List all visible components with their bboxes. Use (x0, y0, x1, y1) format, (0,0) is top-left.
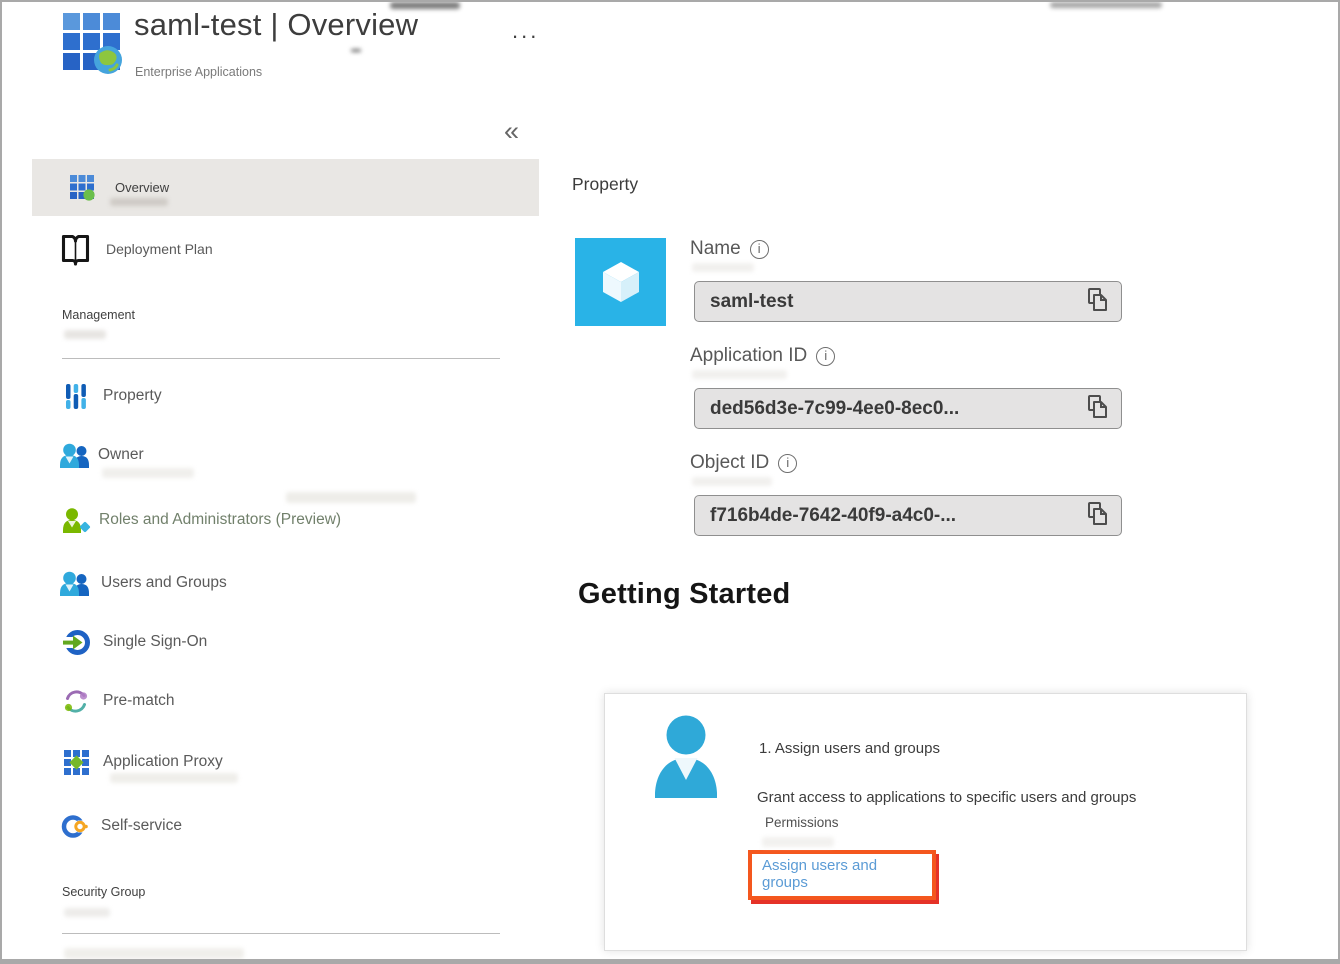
sidebar-item-label: Owner (98, 446, 144, 463)
sidebar-item-overview[interactable]: Overview (32, 159, 539, 216)
getting-started-heading: Getting Started (578, 578, 791, 610)
redaction-smudge (64, 948, 244, 959)
sidebar-divider (62, 933, 500, 934)
redaction-smudge (692, 263, 754, 272)
sidebar-item-label: Pre-match (103, 692, 175, 709)
sidebar-item-self-service[interactable]: Self-service (58, 809, 182, 843)
field-value: saml-test (710, 290, 794, 312)
redaction-smudge (351, 49, 361, 52)
redaction-smudge (64, 908, 110, 917)
sync-arrows-icon (60, 688, 92, 715)
field-label-text: Object ID (690, 452, 770, 473)
copy-icon[interactable] (1086, 287, 1109, 317)
sidebar-item-property[interactable]: Property (60, 379, 162, 413)
info-icon[interactable]: i (816, 346, 836, 366)
assign-users-card: 1. Assign users and groups Grant access … (604, 693, 1247, 951)
object-id-field-label: Object ID i (690, 452, 798, 474)
redaction-smudge (692, 477, 772, 486)
sidebar-item-label: Overview (115, 180, 170, 195)
ring-key-icon (58, 813, 90, 840)
azure-enterprise-app-overview-page: saml-test | Overview Enterprise Applicat… (0, 0, 1340, 964)
grid-diamond-icon (60, 749, 92, 776)
sidebar-item-label: Application Proxy (103, 753, 223, 770)
sidebar-item-label: Property (103, 387, 162, 404)
copy-icon[interactable] (1086, 394, 1109, 424)
field-label-text: Application ID (690, 345, 808, 366)
sidebar-item-label: Users and Groups (101, 574, 227, 591)
people-icon (58, 443, 90, 468)
sidebar-item-pre-match[interactable]: Pre-match (60, 684, 175, 718)
collapse-sidebar-icon[interactable]: « (504, 118, 519, 145)
card-step-title: 1. Assign users and groups (759, 740, 940, 757)
copy-icon[interactable] (1086, 501, 1109, 531)
user-silhouette-icon (651, 714, 721, 803)
card-description: Grant access to applications to specific… (757, 789, 1137, 806)
admin-person-icon (60, 507, 92, 533)
sidebar-item-deployment-plan[interactable]: Deployment Plan (32, 228, 539, 270)
sidebar-item-single-sign-on[interactable]: Single Sign-On (60, 625, 207, 659)
sidebar-item-application-proxy[interactable]: Application Proxy (60, 745, 223, 779)
redaction-smudge (64, 330, 106, 339)
card-permissions-label: Permissions (765, 815, 839, 830)
people-icon (58, 571, 90, 596)
sliders-icon (60, 383, 92, 410)
panel-title: Property (572, 174, 639, 194)
app-grid-globe-icon (59, 9, 125, 75)
field-value: f716b4de-7642-40f9-a4c0-... (710, 504, 957, 526)
field-value: ded56d3e-7c99-4ee0-8ec0... (710, 397, 960, 419)
sidebar-item-roles-administrators[interactable]: Roles and Administrators (Preview) (60, 503, 341, 537)
overview-grid-icon (66, 174, 98, 201)
field-label-text: Name (690, 238, 741, 259)
redaction-smudge (1050, 2, 1162, 8)
book-icon (59, 233, 91, 266)
breadcrumb-subtitle: Enterprise Applications (135, 65, 263, 79)
application-id-field-label: Application ID i (690, 345, 836, 367)
sso-arrow-ring-icon (60, 628, 92, 657)
app-cube-tile-icon (575, 238, 666, 326)
sidebar-item-label: Deployment Plan (106, 241, 213, 257)
sidebar-section-security-group: Security Group (62, 885, 146, 899)
sidebar-item-owner[interactable]: Owner (58, 438, 144, 472)
object-id-field[interactable]: f716b4de-7642-40f9-a4c0-... (694, 495, 1122, 536)
redaction-smudge (692, 370, 787, 379)
info-icon[interactable]: i (749, 239, 769, 259)
sidebar-item-label: Roles and Administrators (Preview) (99, 511, 342, 528)
sidebar-item-label: Self-service (101, 817, 182, 834)
sidebar-section-management: Management (62, 308, 135, 322)
info-icon[interactable]: i (778, 453, 798, 473)
assign-users-groups-link[interactable]: Assign users and groups (752, 854, 902, 892)
page-title: saml-test | Overview (134, 7, 419, 42)
sidebar-divider (62, 358, 500, 359)
sidebar-item-label: Single Sign-On (103, 633, 208, 650)
annotation-highlight-box: Assign users and groups (748, 850, 936, 900)
sidebar-item-users-groups[interactable]: Users and Groups (58, 566, 227, 600)
redaction-smudge (286, 492, 416, 503)
name-field[interactable]: saml-test (694, 281, 1122, 322)
more-options-button[interactable]: ... (512, 20, 539, 42)
application-id-field[interactable]: ded56d3e-7c99-4ee0-8ec0... (694, 388, 1122, 429)
name-field-label: Name i (690, 238, 769, 260)
